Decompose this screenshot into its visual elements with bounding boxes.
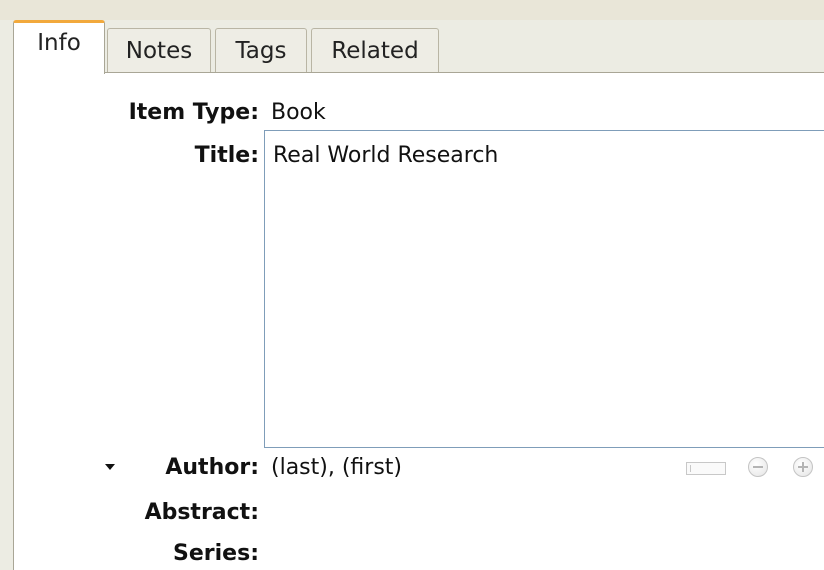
title-field[interactable]: Real World Research bbox=[264, 130, 824, 448]
title-label: Title: bbox=[194, 143, 259, 168]
series-label: Series: bbox=[173, 541, 259, 566]
tab-info[interactable]: Info bbox=[13, 20, 105, 74]
tab-related-label: Related bbox=[331, 37, 419, 64]
tab-notes-label: Notes bbox=[125, 37, 193, 64]
author-label: Author: bbox=[165, 455, 259, 480]
abstract-label: Abstract: bbox=[144, 500, 259, 525]
item-type-value[interactable]: Book bbox=[271, 100, 326, 126]
author-value[interactable]: (last), (first) bbox=[271, 455, 402, 481]
tab-notes[interactable]: Notes bbox=[107, 28, 211, 72]
triangle-down-icon[interactable] bbox=[105, 464, 115, 470]
field-mode-switch-icon[interactable] bbox=[686, 462, 726, 475]
tab-related[interactable]: Related bbox=[311, 28, 439, 72]
title-value: Real World Research bbox=[273, 143, 499, 168]
tab-info-label: Info bbox=[37, 30, 81, 56]
item-type-label: Item Type: bbox=[128, 100, 259, 125]
top-bar bbox=[0, 0, 824, 20]
minus-circle-icon[interactable] bbox=[748, 457, 768, 477]
tab-tags-label: Tags bbox=[235, 37, 287, 64]
plus-circle-icon[interactable] bbox=[793, 457, 813, 477]
tab-tags[interactable]: Tags bbox=[215, 28, 307, 72]
